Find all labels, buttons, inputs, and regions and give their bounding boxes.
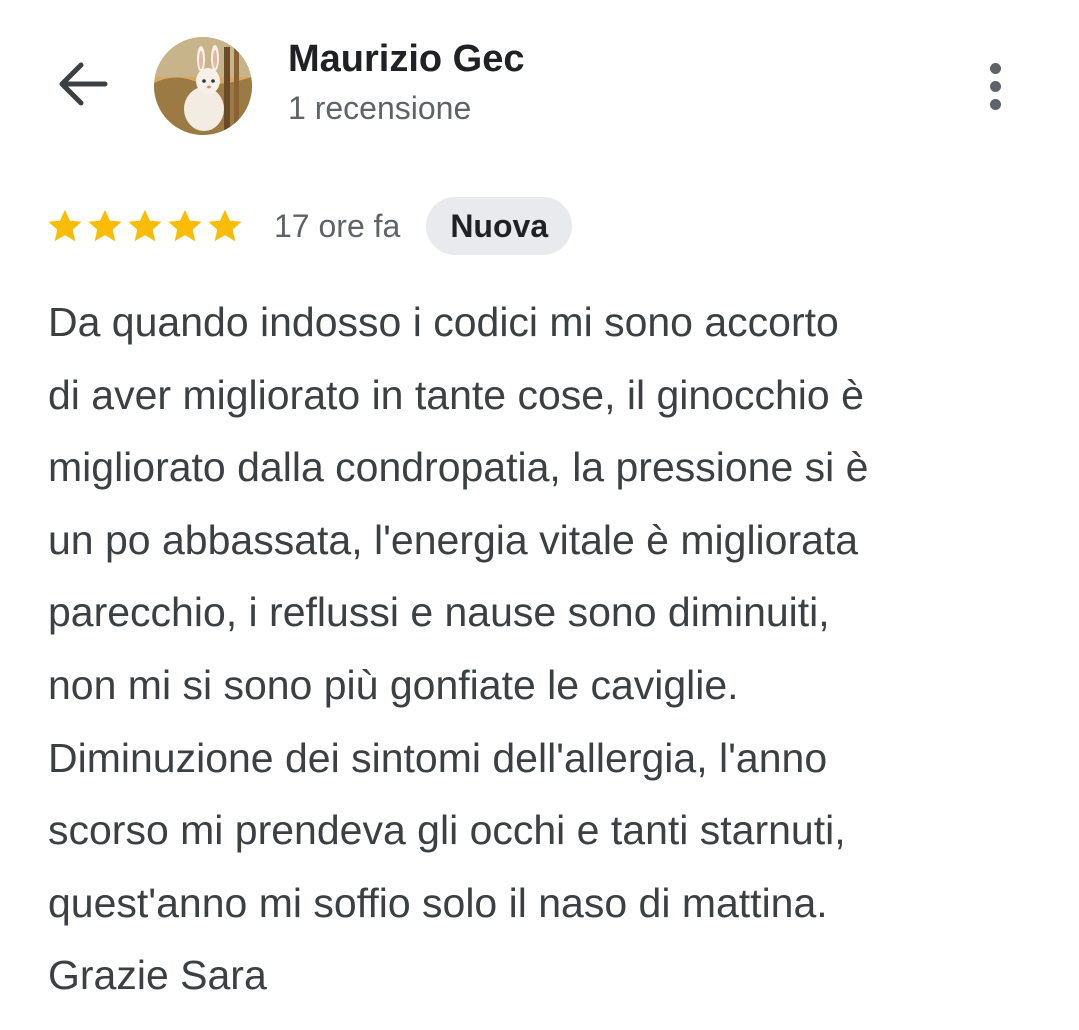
new-badge: Nuova (426, 197, 573, 255)
star-icon (128, 209, 162, 242)
rating-row: 17 ore fa Nuova (46, 196, 573, 256)
star-icon (48, 209, 82, 242)
more-options-button[interactable] (970, 56, 1020, 116)
review-text-line: un po abbassata, l'energia vitale è migl… (48, 516, 859, 563)
review-text-line: Diminuzione dei sintomi dell'allergia, l… (48, 734, 828, 781)
review-text-line: scorso mi prendeva gli occhi e tanti sta… (48, 807, 846, 854)
back-button[interactable] (52, 56, 112, 112)
more-vertical-icon-dot (989, 98, 1001, 110)
review-text-line: quest'anno mi soffio solo il naso di mat… (48, 879, 828, 926)
review-count: 1 recensione (288, 90, 472, 126)
avatar[interactable] (154, 37, 252, 135)
arrow-back-icon (59, 62, 108, 106)
star-icon (88, 209, 122, 242)
rabbit-avatar-image (154, 37, 252, 135)
star-rating (46, 207, 244, 245)
star-icon (208, 209, 242, 242)
reviewer-name[interactable]: Maurizio Gec (288, 38, 525, 81)
star-icon (168, 209, 202, 242)
review-text-line: di aver migliorato in tante cose, il gin… (48, 371, 864, 418)
review-text-line: Grazie Sara (48, 952, 267, 999)
review-text: Da quando indosso i codici mi sono accor… (48, 286, 1058, 1012)
review-text-line: parecchio, i reflussi e nause sono dimin… (48, 589, 830, 636)
more-vertical-icon (989, 62, 1001, 74)
more-vertical-icon-dot (989, 80, 1001, 92)
review-text-line: migliorato dalla condropatia, la pressio… (48, 444, 869, 491)
review-time: 17 ore fa (274, 207, 401, 244)
review-text-line: non mi si sono più gonfiate le caviglie. (48, 661, 739, 708)
review-text-line: Da quando indosso i codici mi sono accor… (48, 299, 839, 345)
